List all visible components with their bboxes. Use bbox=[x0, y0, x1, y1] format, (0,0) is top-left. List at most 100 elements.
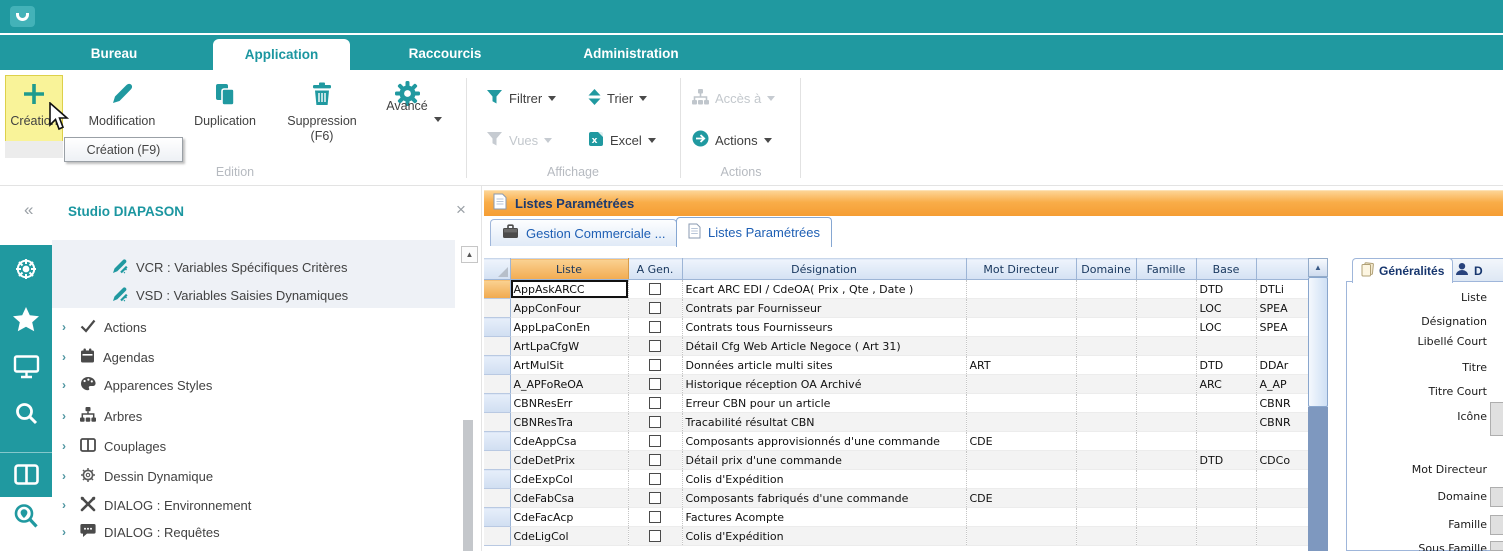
doc-tab-listes-parametrees[interactable]: Listes Paramétrées bbox=[676, 217, 832, 247]
cell-extra[interactable]: SPEA bbox=[1256, 299, 1308, 318]
cell-base[interactable] bbox=[1196, 527, 1256, 546]
cell-domaine[interactable] bbox=[1076, 356, 1136, 375]
tree-item-dessin-dynamique[interactable]: ›Dessin Dynamique bbox=[62, 463, 213, 489]
cell-liste[interactable]: CBNResTra bbox=[510, 413, 628, 432]
column-header-a-gen[interactable]: A Gen. bbox=[628, 259, 682, 280]
checkbox-unchecked[interactable] bbox=[649, 321, 661, 333]
cell-base[interactable] bbox=[1196, 508, 1256, 527]
cell-a-gen[interactable] bbox=[628, 489, 682, 508]
checkbox-unchecked[interactable] bbox=[649, 378, 661, 390]
cell-mot-directeur[interactable] bbox=[966, 318, 1076, 337]
tree-scrollbar-thumb[interactable] bbox=[463, 420, 473, 551]
table-row[interactable]: AppLpaConEnContrats tous FournisseursLOC… bbox=[484, 318, 1308, 337]
row-selector[interactable] bbox=[484, 299, 510, 318]
cell-extra[interactable] bbox=[1256, 489, 1308, 508]
chevron-right-icon[interactable]: › bbox=[62, 378, 72, 392]
table-row[interactable]: ArtLpaCfgWDétail Cfg Web Article Negoce … bbox=[484, 337, 1308, 356]
tree-item-couplages[interactable]: ›Couplages bbox=[62, 433, 166, 459]
actions-dropdown-caret[interactable] bbox=[764, 138, 772, 143]
cell-base[interactable] bbox=[1196, 489, 1256, 508]
checkbox-unchecked[interactable] bbox=[649, 435, 661, 447]
table-scrollbar-track[interactable] bbox=[1308, 407, 1328, 551]
cell-mot-directeur[interactable] bbox=[966, 337, 1076, 356]
cell-a-gen[interactable] bbox=[628, 508, 682, 527]
row-selector[interactable] bbox=[484, 394, 510, 413]
cell-mot-directeur[interactable] bbox=[966, 280, 1076, 299]
cell-domaine[interactable] bbox=[1076, 432, 1136, 451]
cell-domaine[interactable] bbox=[1076, 489, 1136, 508]
row-selector[interactable] bbox=[484, 470, 510, 489]
cell-extra[interactable]: CBNR bbox=[1256, 413, 1308, 432]
row-selector[interactable] bbox=[484, 413, 510, 432]
cell-famille[interactable] bbox=[1136, 508, 1196, 527]
checkbox-unchecked[interactable] bbox=[649, 511, 661, 523]
cell-famille[interactable] bbox=[1136, 527, 1196, 546]
cell-base[interactable]: DTD bbox=[1196, 280, 1256, 299]
checkbox-unchecked[interactable] bbox=[649, 473, 661, 485]
cell-extra[interactable] bbox=[1256, 470, 1308, 489]
cell-designation[interactable]: Composants approvisionnés d'une commande bbox=[682, 432, 966, 451]
search-icon[interactable] bbox=[0, 396, 52, 430]
cell-base[interactable] bbox=[1196, 470, 1256, 489]
table-scrollbar-up-button[interactable]: ▲ bbox=[1308, 258, 1328, 277]
table-row[interactable]: ArtMulSitDonnées article multi sitesARTD… bbox=[484, 356, 1308, 375]
cell-domaine[interactable] bbox=[1076, 527, 1136, 546]
cell-designation[interactable]: Colis d'Expédition bbox=[682, 527, 966, 546]
tree-item-actions[interactable]: ›Actions bbox=[62, 314, 147, 340]
chevron-right-icon[interactable]: › bbox=[62, 469, 72, 483]
cell-base[interactable]: LOC bbox=[1196, 318, 1256, 337]
cell-designation[interactable]: Données article multi sites bbox=[682, 356, 966, 375]
star-icon[interactable] bbox=[0, 302, 52, 336]
cell-base[interactable]: DTD bbox=[1196, 356, 1256, 375]
cell-base[interactable] bbox=[1196, 337, 1256, 356]
row-selector[interactable] bbox=[484, 375, 510, 394]
records-table[interactable]: Liste A Gen. Désignation Mot Directeur D… bbox=[484, 258, 1308, 551]
tree-item-arbres[interactable]: ›Arbres bbox=[62, 403, 142, 429]
cell-famille[interactable] bbox=[1136, 489, 1196, 508]
cell-extra[interactable]: DTLi bbox=[1256, 280, 1308, 299]
cell-a-gen[interactable] bbox=[628, 375, 682, 394]
panels-icon[interactable] bbox=[0, 457, 52, 491]
row-selector[interactable] bbox=[484, 508, 510, 527]
cell-famille[interactable] bbox=[1136, 375, 1196, 394]
row-selector[interactable] bbox=[484, 451, 510, 470]
cell-extra[interactable]: CBNR bbox=[1256, 394, 1308, 413]
table-row[interactable]: A_APFoReOAHistorique réception OA Archiv… bbox=[484, 375, 1308, 394]
checkbox-unchecked[interactable] bbox=[649, 416, 661, 428]
column-header-extra[interactable] bbox=[1256, 259, 1308, 280]
cell-famille[interactable] bbox=[1136, 318, 1196, 337]
app-icon[interactable] bbox=[10, 6, 35, 27]
cell-liste[interactable]: AppAskARCC bbox=[510, 280, 628, 299]
cell-designation[interactable]: Détail Cfg Web Article Negoce ( Art 31) bbox=[682, 337, 966, 356]
panel-tab-d[interactable]: D bbox=[1446, 258, 1503, 282]
cell-a-gen[interactable] bbox=[628, 280, 682, 299]
filtrer-dropdown-caret[interactable] bbox=[548, 96, 556, 101]
tree-item-dialog-environnement[interactable]: ›DIALOG : Environnement bbox=[62, 492, 251, 518]
cell-designation[interactable]: Historique réception OA Archivé bbox=[682, 375, 966, 394]
cell-domaine[interactable] bbox=[1076, 299, 1136, 318]
checkbox-unchecked[interactable] bbox=[649, 454, 661, 466]
column-header-base[interactable]: Base bbox=[1196, 259, 1256, 280]
tab-application[interactable]: Application bbox=[213, 39, 350, 72]
cell-mot-directeur[interactable] bbox=[966, 413, 1076, 432]
search-pin-icon[interactable] bbox=[13, 503, 39, 535]
cell-a-gen[interactable] bbox=[628, 318, 682, 337]
cell-designation[interactable]: Contrats tous Fournisseurs bbox=[682, 318, 966, 337]
table-row[interactable]: CdeAppCsaComposants approvisionnés d'une… bbox=[484, 432, 1308, 451]
cell-extra[interactable] bbox=[1256, 337, 1308, 356]
row-selector[interactable] bbox=[484, 280, 510, 299]
tree-item-pinned[interactable]: VCR : Variables Spécifiques Critères bbox=[112, 254, 347, 280]
cell-designation[interactable]: Détail prix d'une commande bbox=[682, 451, 966, 470]
cell-liste[interactable]: CdeExpCol bbox=[510, 470, 628, 489]
cell-famille[interactable] bbox=[1136, 432, 1196, 451]
actions-button[interactable]: Actions bbox=[692, 130, 772, 150]
cell-mot-directeur[interactable] bbox=[966, 394, 1076, 413]
table-row[interactable]: CdeFabCsaComposants fabriqués d'une comm… bbox=[484, 489, 1308, 508]
cell-mot-directeur[interactable] bbox=[966, 299, 1076, 318]
cell-liste[interactable]: CBNResErr bbox=[510, 394, 628, 413]
table-row[interactable]: CBNResErrErreur CBN pour un articleCBNR bbox=[484, 394, 1308, 413]
cell-designation[interactable]: Factures Acompte bbox=[682, 508, 966, 527]
avance-button[interactable]: Avancé bbox=[362, 78, 452, 114]
icone-field[interactable] bbox=[1490, 402, 1503, 436]
monitor-icon[interactable] bbox=[0, 349, 52, 383]
